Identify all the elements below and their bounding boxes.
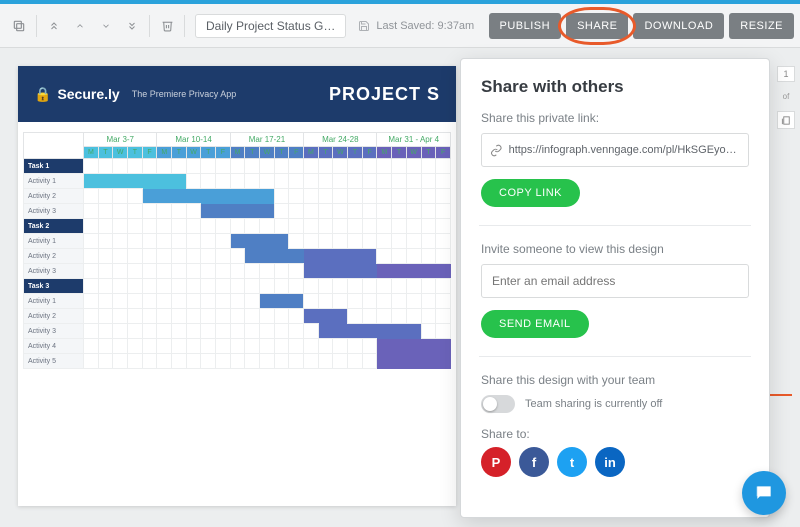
last-saved-label: Last Saved: 9:37am <box>358 20 474 32</box>
team-share-label: Share this design with your team <box>481 373 749 387</box>
social-facebook-button[interactable]: f <box>519 447 549 477</box>
chat-button[interactable] <box>742 471 786 515</box>
publish-button[interactable]: PUBLISH <box>489 13 562 39</box>
gantt-chart: Mar 3-7Mar 10-14Mar 17-21Mar 24-28Mar 31… <box>23 132 451 369</box>
share-to-label: Share to: <box>481 427 749 441</box>
pages-icon[interactable] <box>777 111 795 129</box>
chevron-up-icon[interactable] <box>67 12 93 40</box>
canvas-title: PROJECT S <box>329 84 440 105</box>
brand: 🔒 Secure.ly The Premiere Privacy App <box>34 86 236 103</box>
page-of: of <box>783 92 790 101</box>
social-twitter-button[interactable]: t <box>557 447 587 477</box>
page-number[interactable]: 1 <box>777 66 795 82</box>
lock-icon: 🔒 <box>34 86 51 103</box>
social-pinterest-button[interactable]: P <box>481 447 511 477</box>
top-toolbar: Daily Project Status G… Last Saved: 9:37… <box>0 4 800 48</box>
link-icon <box>490 144 503 157</box>
resize-button[interactable]: RESIZE <box>729 13 794 39</box>
copy-icon[interactable] <box>6 12 32 40</box>
page-rail: 1 of <box>776 66 796 129</box>
social-linkedin-button[interactable]: in <box>595 447 625 477</box>
design-canvas[interactable]: 🔒 Secure.ly The Premiere Privacy App PRO… <box>18 66 456 506</box>
collapse-down-icon[interactable] <box>119 12 145 40</box>
trash-icon[interactable] <box>154 12 180 40</box>
share-link-label: Share this private link: <box>481 111 749 125</box>
canvas-header: 🔒 Secure.ly The Premiere Privacy App PRO… <box>18 66 456 122</box>
collapse-up-icon[interactable] <box>41 12 67 40</box>
document-title[interactable]: Daily Project Status G… <box>195 14 346 38</box>
team-share-toggle[interactable] <box>481 395 515 413</box>
team-share-status: Team sharing is currently off <box>525 398 662 410</box>
share-button[interactable]: SHARE <box>566 13 628 39</box>
invite-label: Invite someone to view this design <box>481 242 749 256</box>
chevron-down-icon[interactable] <box>93 12 119 40</box>
save-icon <box>358 20 370 32</box>
share-heading: Share with others <box>481 77 749 97</box>
share-panel: Share with others Share this private lin… <box>460 58 770 518</box>
download-button[interactable]: DOWNLOAD <box>633 13 724 39</box>
chat-icon <box>754 483 774 503</box>
email-field[interactable] <box>481 264 749 298</box>
send-email-button[interactable]: SEND EMAIL <box>481 310 589 338</box>
copy-link-button[interactable]: COPY LINK <box>481 179 580 207</box>
share-link-box[interactable]: https://infograph.venngage.com/pl/HkSGEy… <box>481 133 749 167</box>
